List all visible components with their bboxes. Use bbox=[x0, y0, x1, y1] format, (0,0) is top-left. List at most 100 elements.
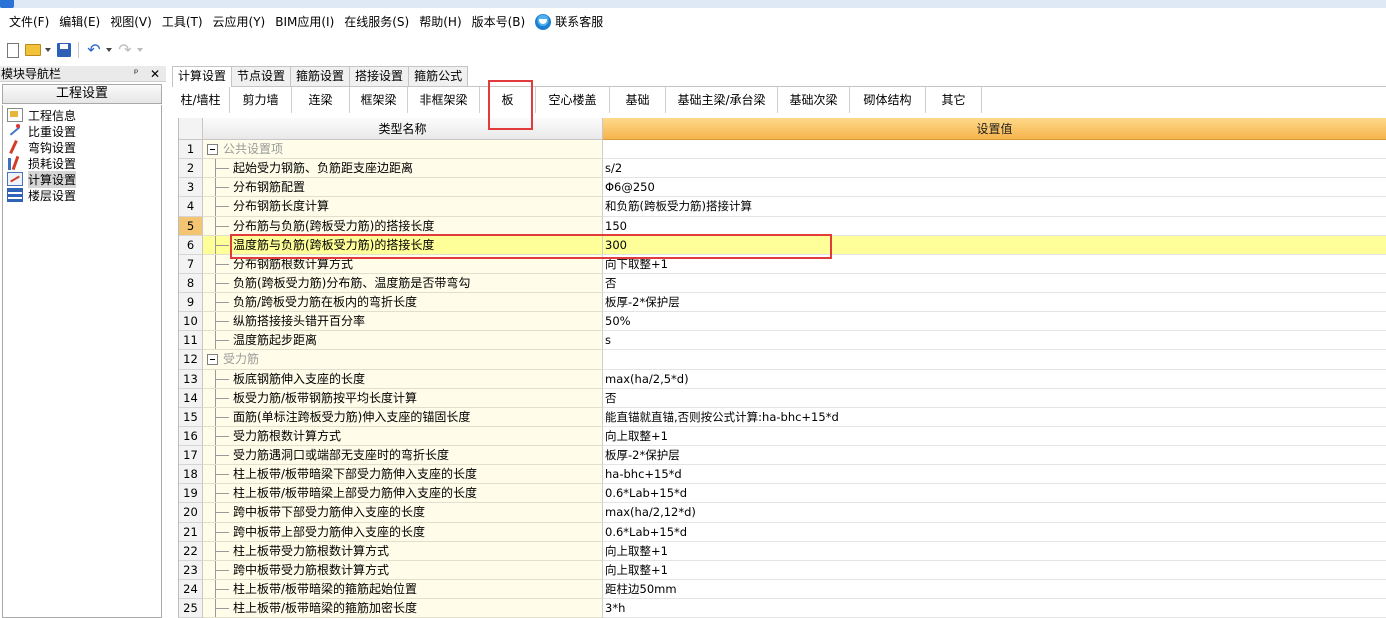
ctab-other[interactable]: 其它 bbox=[926, 87, 982, 113]
table-row[interactable]: 21 跨中板带上部受力筋伸入支座的长度 0.6*Lab+15*d bbox=[179, 522, 1386, 542]
setting-value-cell[interactable]: 板厚-2*保护层 bbox=[603, 446, 1386, 466]
ctab-hollow-floor[interactable]: 空心楼盖 bbox=[536, 87, 610, 113]
open-dropdown-arrow[interactable] bbox=[44, 41, 52, 59]
tab-node-settings[interactable]: 节点设置 bbox=[231, 66, 292, 86]
table-row[interactable]: 5 分布筋与负筋(跨板受力筋)的搭接长度 150 bbox=[179, 216, 1386, 236]
table-row[interactable]: 20 跨中板带下部受力筋伸入支座的长度 max(ha/2,12*d) bbox=[179, 503, 1386, 523]
table-row[interactable]: 11 温度筋起步距离 s bbox=[179, 331, 1386, 351]
menu-version[interactable]: 版本号(B) bbox=[467, 11, 531, 33]
ctab-shear-wall[interactable]: 剪力墙 bbox=[230, 87, 292, 113]
menu-bim[interactable]: BIM应用(I) bbox=[270, 11, 339, 33]
row-number[interactable]: 5 bbox=[179, 216, 203, 236]
table-row[interactable]: 18 柱上板带/板带暗梁下部受力筋伸入支座的长度 ha-bhc+15*d bbox=[179, 465, 1386, 485]
row-number[interactable]: 9 bbox=[179, 293, 203, 313]
table-row[interactable]: 19 柱上板带/板带暗梁上部受力筋伸入支座的长度 0.6*Lab+15*d bbox=[179, 484, 1386, 504]
row-number[interactable]: 17 bbox=[179, 446, 203, 466]
setting-value-cell[interactable]: Φ6@250 bbox=[603, 178, 1386, 198]
menu-help[interactable]: 帮助(H) bbox=[414, 11, 466, 33]
menu-online[interactable]: 在线服务(S) bbox=[339, 11, 414, 33]
setting-value-cell[interactable]: 向上取整+1 bbox=[603, 541, 1386, 561]
pin-icon[interactable]: ᵖ bbox=[134, 66, 138, 82]
menu-file[interactable]: 文件(F) bbox=[4, 11, 54, 33]
setting-value-cell[interactable]: 向下取整+1 bbox=[603, 254, 1386, 274]
row-number[interactable]: 22 bbox=[179, 541, 203, 561]
collapse-toggle-icon[interactable] bbox=[207, 144, 218, 155]
ctab-foundation[interactable]: 基础 bbox=[610, 87, 666, 113]
nav-item-hook-settings[interactable]: 弯钩设置 bbox=[3, 139, 161, 155]
ctab-non-frame-beam[interactable]: 非框架梁 bbox=[408, 87, 480, 113]
table-row[interactable]: 10 纵筋搭接接头错开百分率 50% bbox=[179, 312, 1386, 332]
row-number[interactable]: 3 bbox=[179, 178, 203, 198]
row-number[interactable]: 8 bbox=[179, 273, 203, 293]
table-row[interactable]: 22 柱上板带受力筋根数计算方式 向上取整+1 bbox=[179, 541, 1386, 561]
column-header-value[interactable]: 设置值 bbox=[603, 118, 1386, 140]
undo-dropdown-arrow[interactable] bbox=[105, 41, 113, 59]
setting-value-cell[interactable]: 否 bbox=[603, 388, 1386, 408]
setting-value-cell[interactable]: 否 bbox=[603, 273, 1386, 293]
new-button[interactable] bbox=[4, 41, 22, 59]
setting-value-cell[interactable] bbox=[603, 140, 1386, 160]
tab-lap-settings[interactable]: 搭接设置 bbox=[349, 66, 410, 86]
ctab-column[interactable]: 柱/墙柱 bbox=[172, 87, 230, 113]
tab-stirrup-settings[interactable]: 箍筋设置 bbox=[290, 66, 351, 86]
menu-view[interactable]: 视图(V) bbox=[105, 11, 157, 33]
table-row[interactable]: 3 分布钢筋配置 Φ6@250 bbox=[179, 178, 1386, 198]
row-number[interactable]: 15 bbox=[179, 407, 203, 427]
setting-value-cell[interactable]: 向上取整+1 bbox=[603, 426, 1386, 446]
table-row[interactable]: 4 分布钢筋长度计算 和负筋(跨板受力筋)搭接计算 bbox=[179, 197, 1386, 217]
tab-calc-settings[interactable]: 计算设置 bbox=[172, 66, 233, 87]
row-number[interactable]: 11 bbox=[179, 331, 203, 351]
row-number[interactable]: 18 bbox=[179, 465, 203, 485]
column-header-name[interactable]: 类型名称 bbox=[203, 118, 603, 140]
tab-stirrup-formula[interactable]: 箍筋公式 bbox=[408, 66, 469, 86]
redo-dropdown-arrow[interactable] bbox=[136, 41, 144, 59]
nav-item-floor-settings[interactable]: 楼层设置 bbox=[3, 187, 161, 203]
table-row[interactable]: 6 温度筋与负筋(跨板受力筋)的搭接长度 300 bbox=[179, 235, 1386, 255]
table-row[interactable]: 9 负筋/跨板受力筋在板内的弯折长度 板厚-2*保护层 bbox=[179, 293, 1386, 313]
row-number[interactable]: 7 bbox=[179, 254, 203, 274]
table-row[interactable]: 8 负筋(跨板受力筋)分布筋、温度筋是否带弯勾 否 bbox=[179, 273, 1386, 293]
setting-value-cell[interactable]: 150 bbox=[603, 216, 1386, 236]
setting-value-cell[interactable]: 300 bbox=[603, 235, 1386, 255]
row-number[interactable]: 2 bbox=[179, 159, 203, 179]
row-number[interactable]: 6 bbox=[179, 235, 203, 255]
table-row[interactable]: 15 面筋(单标注跨板受力筋)伸入支座的锚固长度 能直锚就直锚,否则按公式计算:ha… bbox=[179, 407, 1386, 427]
table-row[interactable]: 25 柱上板带/板带暗梁的箍筋加密长度 3*h bbox=[179, 599, 1386, 618]
row-number[interactable]: 16 bbox=[179, 426, 203, 446]
row-number[interactable]: 24 bbox=[179, 579, 203, 599]
nav-item-weight-settings[interactable]: 比重设置 bbox=[3, 123, 161, 139]
save-button[interactable] bbox=[55, 41, 73, 59]
table-row[interactable]: 7 分布钢筋根数计算方式 向下取整+1 bbox=[179, 254, 1386, 274]
row-number[interactable]: 25 bbox=[179, 599, 203, 618]
row-number[interactable]: 1 bbox=[179, 140, 203, 160]
table-row[interactable]: 13 板底钢筋伸入支座的长度 max(ha/2,5*d) bbox=[179, 369, 1386, 389]
menu-cloud[interactable]: 云应用(Y) bbox=[208, 11, 271, 33]
ctab-frame-beam[interactable]: 框架梁 bbox=[350, 87, 408, 113]
setting-value-cell[interactable]: 0.6*Lab+15*d bbox=[603, 522, 1386, 542]
grid-group-row[interactable]: 12 受力筋 bbox=[179, 350, 1386, 370]
row-number[interactable]: 13 bbox=[179, 369, 203, 389]
table-row[interactable]: 17 受力筋遇洞口或端部无支座时的弯折长度 板厚-2*保护层 bbox=[179, 446, 1386, 466]
nav-section-project-settings[interactable]: 工程设置 bbox=[2, 84, 162, 104]
table-row[interactable]: 24 柱上板带/板带暗梁的箍筋起始位置 距柱边50mm bbox=[179, 579, 1386, 599]
row-number[interactable]: 20 bbox=[179, 503, 203, 523]
setting-value-cell[interactable]: 50% bbox=[603, 312, 1386, 332]
row-number[interactable]: 23 bbox=[179, 560, 203, 580]
row-number[interactable]: 19 bbox=[179, 484, 203, 504]
ctab-coupling-beam[interactable]: 连梁 bbox=[292, 87, 350, 113]
setting-value-cell[interactable]: 和负筋(跨板受力筋)搭接计算 bbox=[603, 197, 1386, 217]
menu-edit[interactable]: 编辑(E) bbox=[54, 11, 105, 33]
table-row[interactable]: 16 受力筋根数计算方式 向上取整+1 bbox=[179, 426, 1386, 446]
row-number[interactable]: 10 bbox=[179, 312, 203, 332]
redo-button[interactable]: ↷ bbox=[116, 41, 134, 59]
row-number[interactable]: 4 bbox=[179, 197, 203, 217]
setting-value-cell[interactable]: 3*h bbox=[603, 599, 1386, 618]
setting-value-cell[interactable]: max(ha/2,12*d) bbox=[603, 503, 1386, 523]
undo-button[interactable]: ↶ bbox=[85, 41, 103, 59]
setting-value-cell[interactable]: s/2 bbox=[603, 159, 1386, 179]
contact-support-button[interactable]: 联系客服 bbox=[530, 11, 608, 33]
setting-value-cell[interactable]: 距柱边50mm bbox=[603, 579, 1386, 599]
ctab-slab[interactable]: 板 bbox=[480, 87, 536, 113]
setting-value-cell[interactable]: 0.6*Lab+15*d bbox=[603, 484, 1386, 504]
setting-value-cell[interactable]: 能直锚就直锚,否则按公式计算:ha-bhc+15*d bbox=[603, 407, 1386, 427]
